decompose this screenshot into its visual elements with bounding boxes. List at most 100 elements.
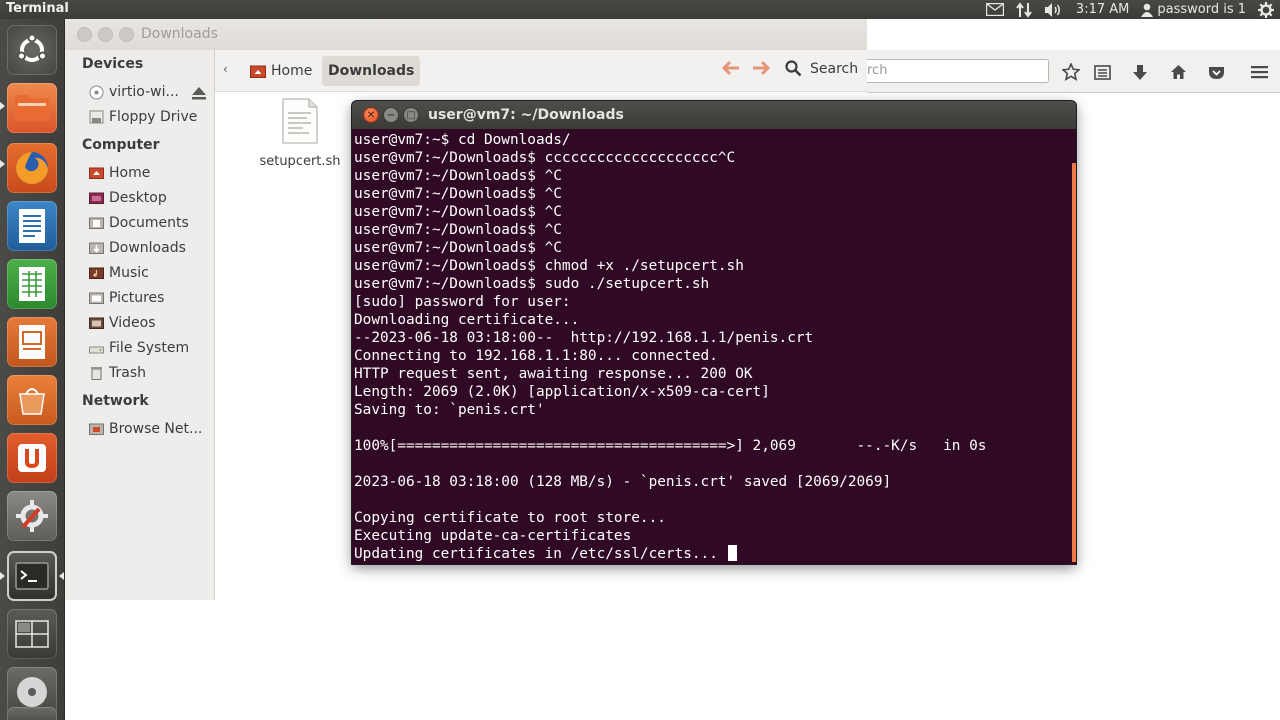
user-menu[interactable]: password is 1 xyxy=(1141,2,1246,17)
breadcrumb-label: Downloads xyxy=(328,63,415,79)
sidebar-item-label: Home xyxy=(109,165,151,181)
sidebar-item-label: Videos xyxy=(109,315,156,331)
sidebar-item-music[interactable]: Music xyxy=(89,263,149,283)
calc-icon[interactable] xyxy=(7,259,57,309)
terminal-line: Updating certificates in /etc/ssl/certs.… xyxy=(354,545,1070,562)
bookmark-star-icon[interactable] xyxy=(1060,61,1082,83)
sidebar-item-downloads[interactable]: Downloads xyxy=(89,238,186,258)
writer-icon[interactable] xyxy=(7,201,57,251)
sidebar-item-documents[interactable]: Documents xyxy=(89,213,189,233)
firefox-icon[interactable] xyxy=(7,143,57,193)
sidebar-item-virtio[interactable]: virtio-wi... xyxy=(89,82,179,102)
sidebar-item-pictures[interactable]: Pictures xyxy=(89,288,164,308)
maximize-button[interactable] xyxy=(119,27,134,42)
terminal-titlebar[interactable]: ✕ − □ user@vm7: ~/Downloads xyxy=(352,101,1076,129)
home-icon[interactable] xyxy=(1167,61,1189,83)
files-icon[interactable] xyxy=(7,83,57,133)
impress-icon[interactable] xyxy=(7,317,57,367)
sidebar-item-videos[interactable]: Videos xyxy=(89,313,156,333)
minimize-button[interactable]: − xyxy=(383,107,399,123)
terminal-line: Saving to: `penis.crt' xyxy=(354,402,545,418)
forward-arrow-icon[interactable] xyxy=(751,58,771,82)
sidebar-item-label: Trash xyxy=(109,365,146,381)
text-cursor xyxy=(727,545,737,561)
search-label: Search xyxy=(810,60,859,77)
window-title: Downloads xyxy=(141,26,218,42)
sidebar-item-trash[interactable]: Trash xyxy=(89,363,146,383)
breadcrumb-downloads[interactable]: Downloads xyxy=(322,56,421,86)
clock[interactable]: 3:17 AM xyxy=(1076,2,1129,17)
close-button[interactable]: ✕ xyxy=(363,107,379,123)
network-folder-icon xyxy=(89,422,104,436)
terminal-line: Length: 2069 (2.0K) [application/x-x509-… xyxy=(354,384,770,400)
terminal-line: Copying certificate to root store... xyxy=(354,510,666,526)
terminal-scrollbar[interactable] xyxy=(1072,163,1076,562)
search-button[interactable]: Search xyxy=(785,60,858,77)
volume-icon[interactable] xyxy=(1044,2,1064,18)
active-app-name: Terminal xyxy=(6,1,69,16)
drive-icon xyxy=(89,341,104,355)
terminal-line: user@vm7:~/Downloads$ ^C xyxy=(354,186,562,202)
downloads-arrow-icon[interactable] xyxy=(1129,61,1151,83)
trash-icon[interactable] xyxy=(7,707,57,720)
close-button[interactable] xyxy=(77,27,92,42)
sidebar-item-label: Pictures xyxy=(109,290,165,306)
terminal-line: Executing update-ca-certificates xyxy=(354,528,632,544)
system-gear-icon[interactable] xyxy=(1258,1,1274,18)
sidebar-item-floppy[interactable]: Floppy Drive xyxy=(89,107,197,127)
dash-home-icon[interactable] xyxy=(7,25,57,75)
window-title: user@vm7: ~/Downloads xyxy=(428,107,624,123)
terminal-window[interactable]: ✕ − □ user@vm7: ~/Downloads user@vm7:~$ … xyxy=(352,101,1076,564)
breadcrumb-home[interactable]: Home xyxy=(244,56,318,86)
indicator-area: 3:17 AM password is 1 xyxy=(985,0,1274,19)
back-arrow-icon[interactable] xyxy=(721,58,741,82)
search-icon xyxy=(785,60,802,77)
terminal-line: HTTP request sent, awaiting response... … xyxy=(354,366,753,382)
network-icon[interactable] xyxy=(1016,1,1032,18)
pictures-folder-icon xyxy=(89,291,104,305)
terminal-line: user@vm7:~/Downloads$ sudo ./setupcert.s… xyxy=(354,276,710,292)
terminal-output[interactable]: user@vm7:~$ cd Downloads/user@vm7:~/Down… xyxy=(354,130,1070,562)
system-settings-icon[interactable] xyxy=(7,491,57,541)
sidebar-item-label: File System xyxy=(109,340,190,356)
terminal-line: user@vm7:~$ cd Downloads/ xyxy=(354,132,571,148)
terminal-line: 2023-06-18 03:18:00 (128 MB/s) - `penis.… xyxy=(354,474,892,490)
browser-toolbar: rch xyxy=(867,50,1280,93)
file-name: setupcert.sh xyxy=(259,154,341,169)
file-manager-titlebar[interactable]: Downloads xyxy=(65,19,867,50)
user-name: password is 1 xyxy=(1157,2,1246,17)
maximize-button[interactable]: □ xyxy=(403,107,419,123)
running-indicator xyxy=(0,572,5,580)
breadcrumb-scroll-left-icon[interactable]: ‹ xyxy=(223,62,228,76)
file-icon-item[interactable]: setupcert.sh xyxy=(255,98,345,169)
sidebar-item-home[interactable]: Home xyxy=(89,163,150,183)
mail-icon[interactable] xyxy=(985,3,1004,16)
search-placeholder: rch xyxy=(867,63,888,78)
search-input[interactable]: rch xyxy=(867,59,1049,83)
terminal-line: Connecting to 192.168.1.1:80... connecte… xyxy=(354,348,718,364)
sidebar-item-label: Downloads xyxy=(109,240,186,256)
terminal-icon[interactable] xyxy=(7,551,57,601)
user-icon xyxy=(1141,3,1154,17)
workspace-switcher-icon[interactable] xyxy=(7,609,57,659)
sidebar-item-filesystem[interactable]: File System xyxy=(89,338,189,358)
software-center-icon[interactable] xyxy=(7,375,57,425)
bookmarks-menu-icon[interactable] xyxy=(1091,61,1113,83)
sidebar-item-desktop[interactable]: Desktop xyxy=(89,188,167,208)
sidebar-item-label: Music xyxy=(109,265,149,281)
sidebar-item-label: Browse Net... xyxy=(109,421,203,437)
terminal-line: user@vm7:~/Downloads$ chmod +x ./setupce… xyxy=(354,258,744,274)
terminal-line: --2023-06-18 03:18:00-- http://192.168.1… xyxy=(354,330,814,346)
hamburger-menu-icon[interactable] xyxy=(1248,61,1270,83)
ubuntu-one-icon[interactable] xyxy=(7,433,57,483)
sidebar-item-label: virtio-wi... xyxy=(109,84,179,100)
downloads-folder-icon xyxy=(89,241,104,255)
sidebar-item-label: Desktop xyxy=(109,190,167,206)
pocket-icon[interactable] xyxy=(1205,61,1227,83)
shell-script-icon xyxy=(282,98,318,144)
sidebar-item-browse-network[interactable]: Browse Net... xyxy=(89,419,202,439)
sidebar-item-label: Floppy Drive xyxy=(109,109,198,125)
minimize-button[interactable] xyxy=(98,27,113,42)
eject-icon[interactable] xyxy=(191,85,207,104)
